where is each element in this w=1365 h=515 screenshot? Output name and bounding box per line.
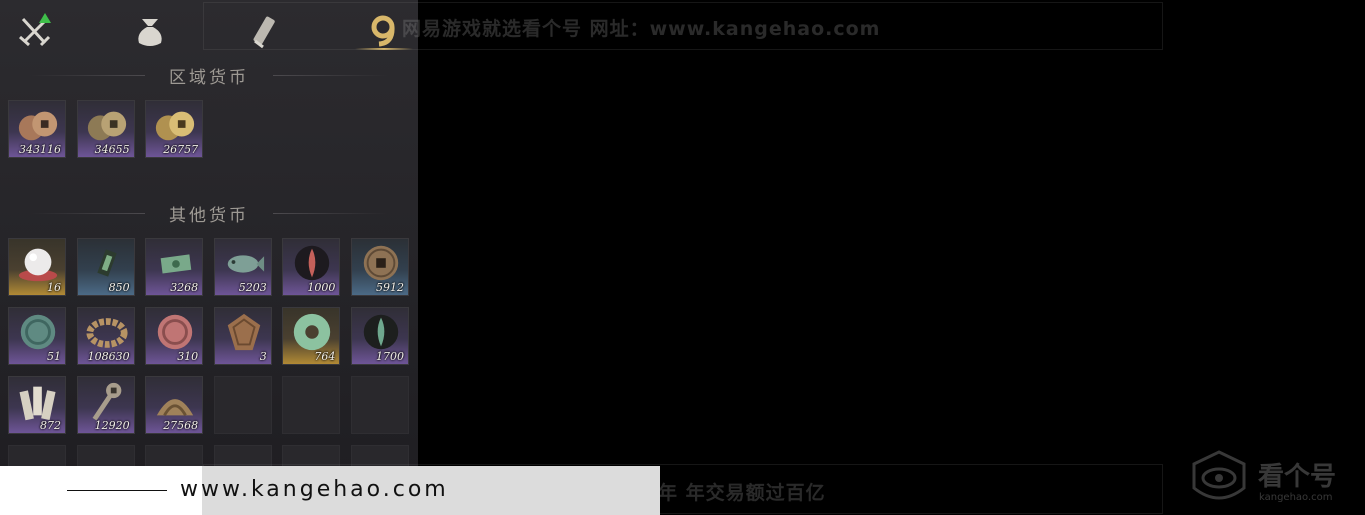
currency-slot[interactable]: 850 — [76, 238, 135, 296]
item-quantity: 5203 — [238, 281, 267, 294]
divider — [273, 75, 388, 76]
item-quantity: 1000 — [307, 281, 336, 294]
red-medallion-icon — [157, 314, 193, 350]
currency-slot[interactable]: 343116 — [8, 100, 66, 158]
crossed-swords-icon — [19, 13, 51, 47]
watermark-top: 网易游戏就选看个号 网址：www.kangehao.com — [402, 18, 881, 40]
cloth-bag-icon — [138, 19, 162, 46]
divider — [30, 213, 145, 214]
tab-bag[interactable] — [125, 8, 175, 54]
green-medallion-icon — [20, 314, 56, 350]
footer-url[interactable]: www.kangehao.com — [180, 477, 449, 502]
gold-coins-icon — [156, 111, 195, 141]
bronze-coins-icon — [87, 111, 126, 141]
item-quantity: 16 — [47, 281, 61, 294]
item-quantity: 108630 — [87, 350, 130, 363]
footer-rule — [67, 490, 167, 491]
jade-talisman-icon — [96, 249, 117, 277]
item-quantity: 3268 — [170, 281, 199, 294]
currency-slot[interactable]: 764 — [282, 307, 341, 365]
item-quantity: 310 — [177, 350, 199, 363]
section-title-text: 其他货币 — [169, 205, 249, 226]
currency-slot[interactable]: 1700 — [351, 307, 409, 365]
red-flame-icon — [295, 245, 330, 281]
item-quantity: 3 — [259, 350, 267, 363]
currency-slot[interactable]: 3 — [213, 307, 272, 365]
empty-slot — [282, 376, 341, 434]
logo-text: 看个号 — [1258, 462, 1337, 492]
jade-disc-icon — [294, 313, 331, 351]
currency-slot[interactable]: 16 — [8, 238, 66, 296]
section-title-other: 其他货币 — [0, 200, 418, 226]
currency-slot[interactable]: 310 — [145, 307, 204, 365]
jade-fish-icon — [227, 255, 264, 273]
inventory-panel: 区域货币 343116 34655 26757 其他货币 16 850 3268 5203… — [0, 0, 418, 515]
currency-slot[interactable]: 12920 — [76, 376, 135, 434]
bead-bracelet-icon — [86, 318, 128, 348]
item-quantity: 51 — [47, 350, 61, 363]
item-quantity: 764 — [314, 350, 336, 363]
divider — [273, 213, 388, 214]
section-title-regional: 区域货币 — [0, 62, 418, 88]
bamboo-slips-icon — [19, 386, 56, 421]
item-quantity: 872 — [40, 419, 61, 432]
copper-coins-icon — [18, 111, 58, 141]
tab-equipment[interactable] — [10, 8, 60, 54]
currency-slot[interactable]: 1000 — [282, 238, 341, 296]
coin-sword-icon — [92, 382, 121, 421]
item-quantity: 12920 — [94, 419, 130, 432]
item-quantity: 343116 — [19, 143, 61, 156]
green-flame-icon — [363, 314, 399, 350]
currency-slot[interactable]: 872 — [8, 376, 66, 434]
kangehao-logo-icon — [1192, 450, 1246, 500]
tab-badge-icon — [39, 13, 51, 23]
currency-slot[interactable]: 26757 — [145, 100, 204, 158]
currency-slot[interactable]: 34655 — [76, 100, 135, 158]
item-quantity: 26757 — [163, 143, 199, 156]
item-quantity: 27568 — [163, 419, 199, 432]
currency-slot[interactable]: 5912 — [351, 238, 409, 296]
pearl-icon — [18, 248, 58, 282]
divider — [30, 75, 145, 76]
item-quantity: 1700 — [376, 350, 404, 363]
item-quantity: 34655 — [94, 143, 130, 156]
currency-slot[interactable]: 27568 — [145, 376, 204, 434]
green-note-icon — [160, 254, 192, 274]
bronze-fan-icon — [157, 399, 194, 417]
square-hole-coin-icon — [363, 245, 399, 281]
item-quantity: 850 — [108, 281, 130, 294]
currency-slot[interactable]: 108630 — [76, 307, 135, 365]
currency-slot[interactable]: 5203 — [213, 238, 272, 296]
currency-slot[interactable]: 51 — [8, 307, 66, 365]
item-quantity: 5912 — [376, 281, 404, 294]
logo-subtext: kangehao.com — [1259, 492, 1333, 503]
engraved-plaque-icon — [227, 313, 261, 351]
currency-slot[interactable]: 3268 — [145, 238, 204, 296]
empty-slot — [213, 376, 272, 434]
section-title-text: 区域货币 — [169, 67, 249, 88]
empty-slot — [351, 376, 409, 434]
